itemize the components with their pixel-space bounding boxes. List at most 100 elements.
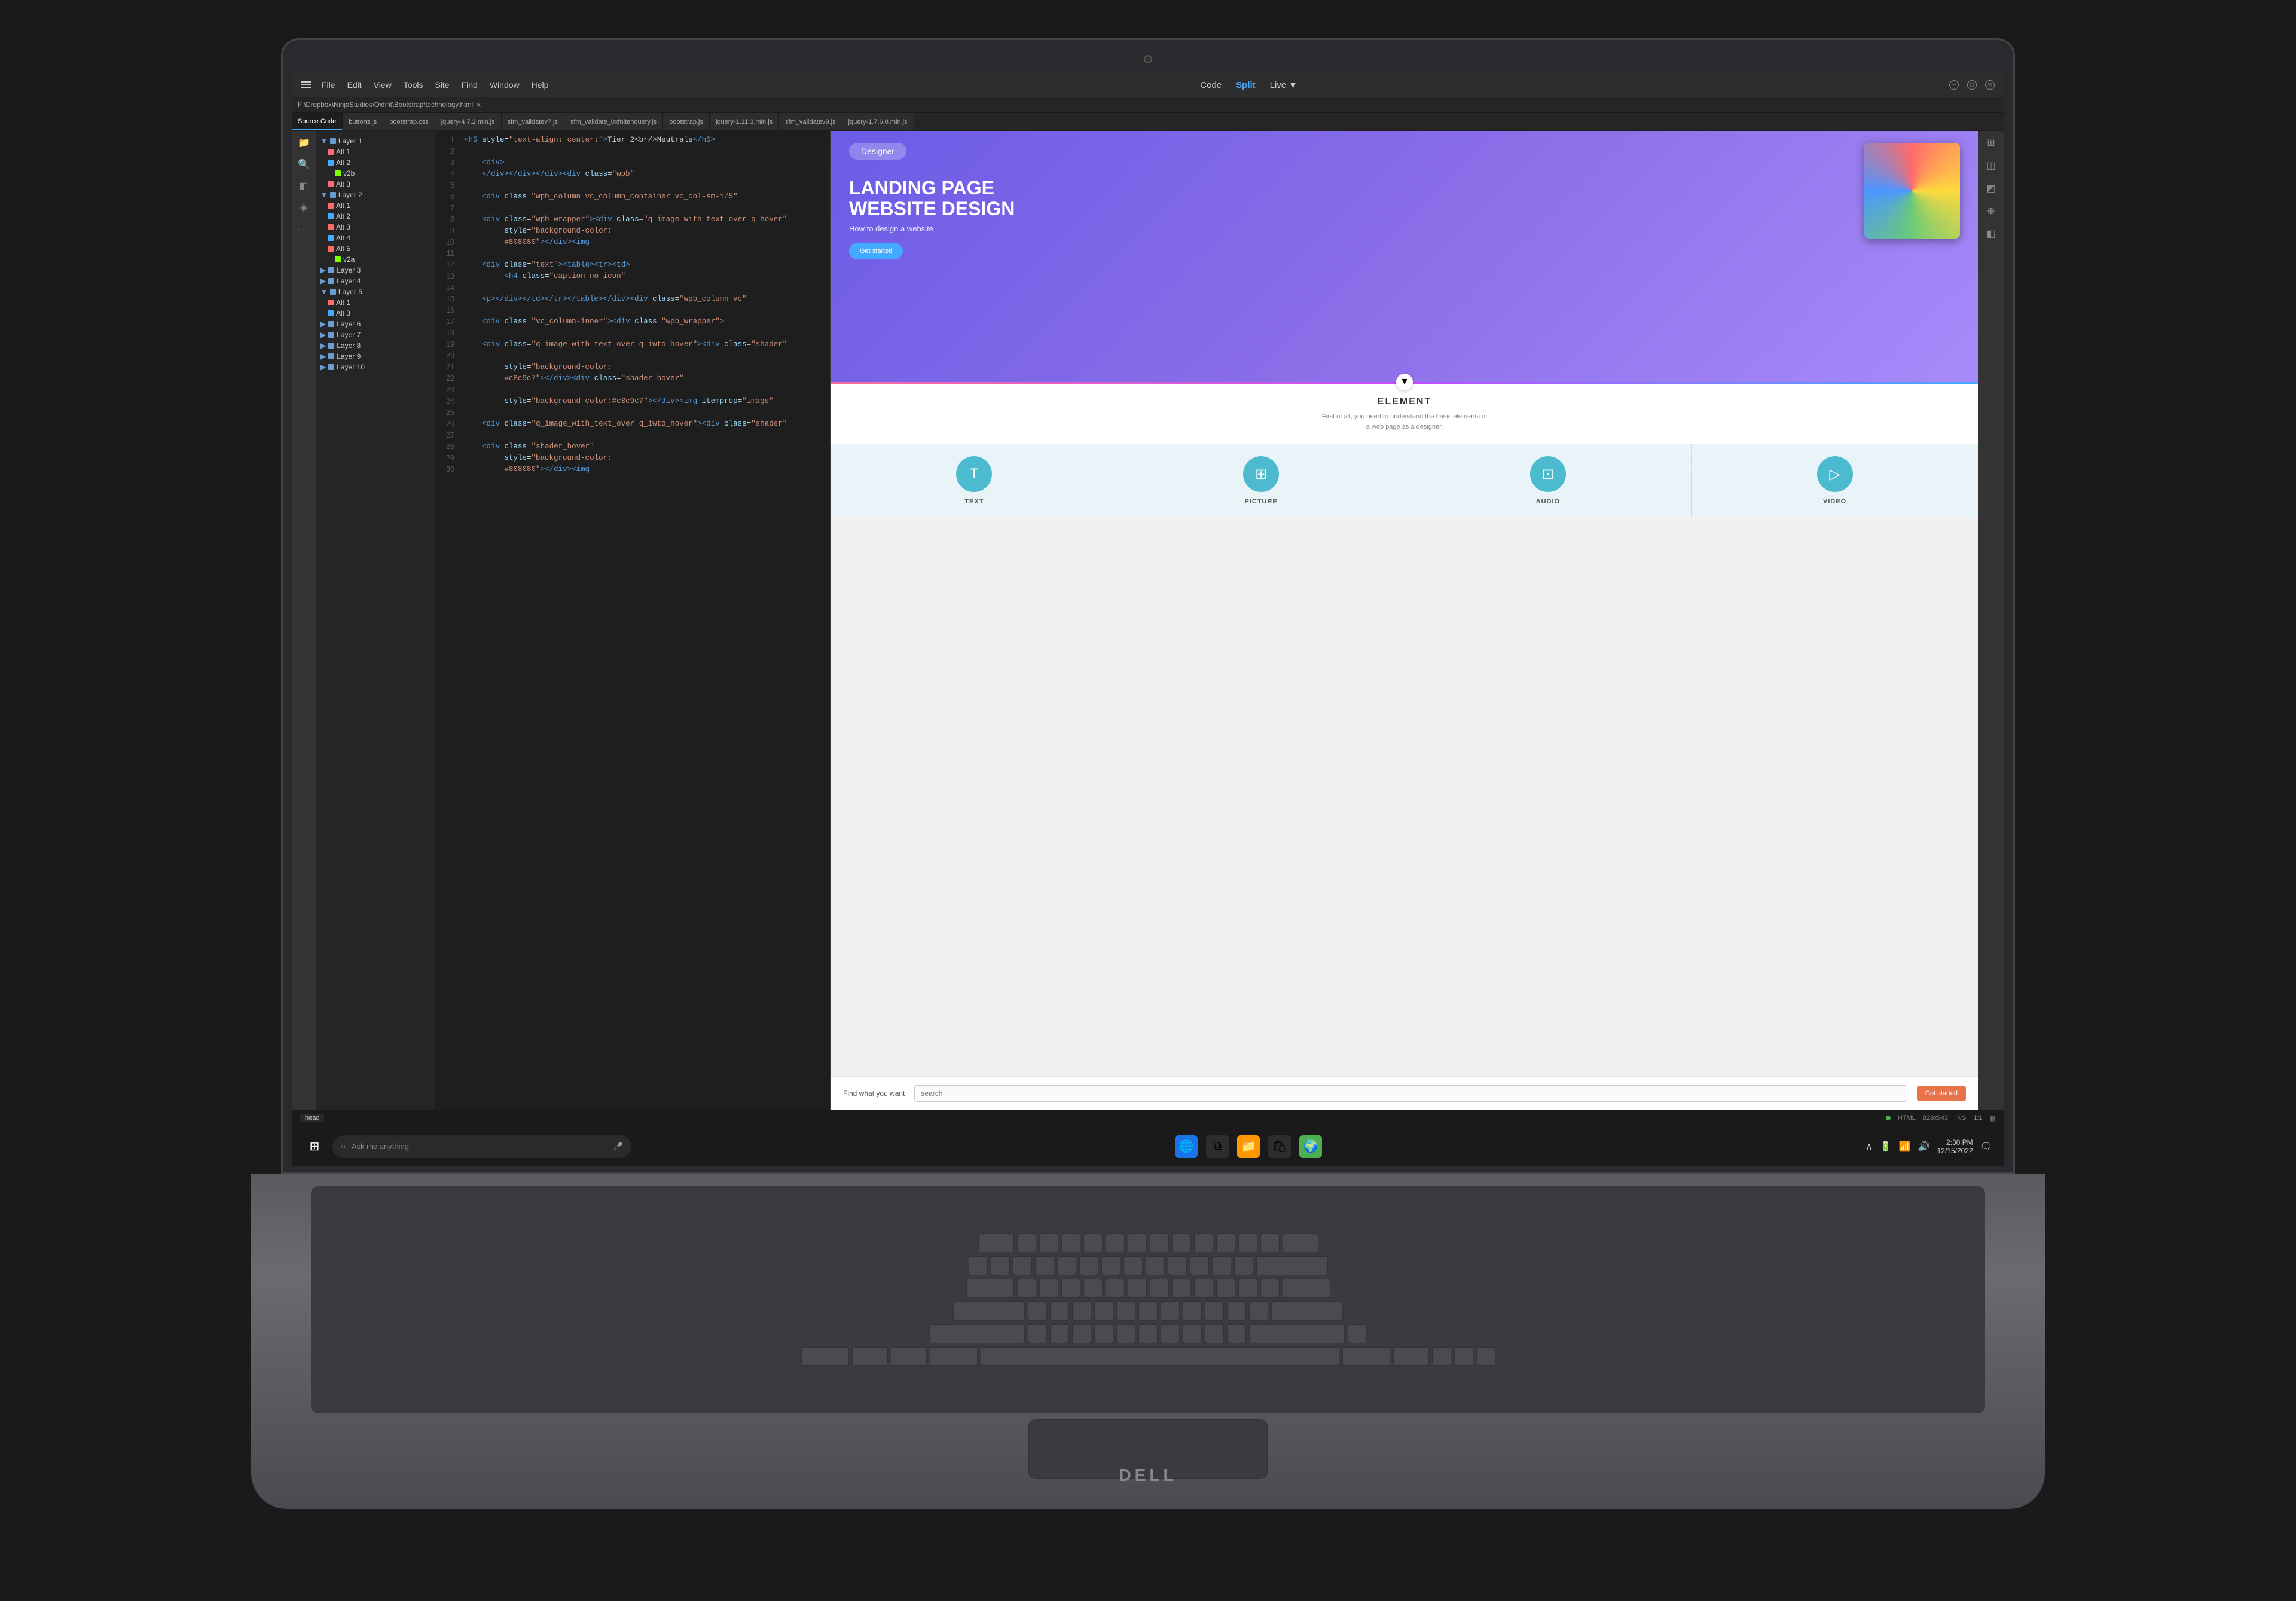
taskbar-app-task[interactable]: ⧉ bbox=[1206, 1135, 1229, 1158]
assets-icon[interactable]: ◈ bbox=[297, 200, 311, 215]
key-x[interactable] bbox=[1050, 1324, 1069, 1343]
key-0[interactable] bbox=[1190, 1256, 1209, 1275]
key-3[interactable] bbox=[1035, 1256, 1054, 1275]
get-started-button-2[interactable]: Get started bbox=[1917, 1086, 1966, 1101]
key-f1[interactable] bbox=[1017, 1233, 1036, 1252]
files-icon[interactable]: 📁 bbox=[297, 136, 311, 150]
file-tab-sfm3[interactable]: sfm_validatev9.js bbox=[779, 113, 842, 130]
key-arrow-right[interactable] bbox=[1476, 1347, 1495, 1366]
key-p[interactable] bbox=[1216, 1279, 1235, 1298]
nav-split[interactable]: Split bbox=[1236, 80, 1256, 90]
key-f[interactable] bbox=[1094, 1301, 1113, 1321]
key-f8[interactable] bbox=[1172, 1233, 1191, 1252]
layer-10[interactable]: ▶ Layer 10 bbox=[316, 362, 435, 372]
key-c[interactable] bbox=[1072, 1324, 1091, 1343]
key-i[interactable] bbox=[1172, 1279, 1191, 1298]
right-icon-3[interactable]: ◩ bbox=[1984, 181, 1998, 195]
key-8[interactable] bbox=[1146, 1256, 1165, 1275]
right-icon-1[interactable]: ⊞ bbox=[1984, 136, 1998, 150]
key-space[interactable] bbox=[981, 1347, 1339, 1366]
key-b[interactable] bbox=[1116, 1324, 1135, 1343]
file-tab-source-code[interactable]: Source Code bbox=[292, 113, 343, 130]
menu-file[interactable]: File bbox=[322, 80, 335, 90]
key-f7[interactable] bbox=[1150, 1233, 1169, 1252]
key-7[interactable] bbox=[1123, 1256, 1143, 1275]
key-h[interactable] bbox=[1138, 1301, 1158, 1321]
key-minus[interactable] bbox=[1212, 1256, 1231, 1275]
key-y[interactable] bbox=[1128, 1279, 1147, 1298]
key-f10[interactable] bbox=[1216, 1233, 1235, 1252]
layer-2-alt4[interactable]: Alt 4 bbox=[316, 233, 435, 243]
taskbar-app-store[interactable]: 🛍 bbox=[1268, 1135, 1291, 1158]
layer-8[interactable]: ▶ Layer 8 bbox=[316, 340, 435, 351]
right-icon-2[interactable]: ◫ bbox=[1984, 158, 1998, 173]
taskbar-search-bar[interactable]: ○ Ask me anything 🎤 bbox=[332, 1135, 631, 1158]
key-arrow-down[interactable] bbox=[1454, 1347, 1473, 1366]
taskbar-notification-icon[interactable]: 🗨 bbox=[1980, 1141, 1992, 1153]
key-comma[interactable] bbox=[1183, 1324, 1202, 1343]
search-sidebar-icon[interactable]: 🔍 bbox=[297, 157, 311, 172]
layer-2-alt1[interactable]: Alt 1 bbox=[316, 200, 435, 211]
get-started-button[interactable]: Get started bbox=[849, 243, 903, 259]
windows-start-button[interactable]: ⊞ bbox=[304, 1136, 325, 1157]
key-esc[interactable] bbox=[978, 1233, 1014, 1252]
layer-2-alt5[interactable]: Alt 5 bbox=[316, 243, 435, 254]
key-6[interactable] bbox=[1101, 1256, 1120, 1275]
key-quote[interactable] bbox=[1249, 1301, 1268, 1321]
layer-1-v2b[interactable]: v2b bbox=[316, 168, 435, 179]
menu-find[interactable]: Find bbox=[462, 80, 478, 90]
key-f4[interactable] bbox=[1083, 1233, 1103, 1252]
file-tab-buttons-js[interactable]: buttons.js bbox=[343, 113, 383, 130]
file-close-icon[interactable]: ✕ bbox=[475, 101, 481, 109]
search-input[interactable] bbox=[914, 1085, 1907, 1102]
key-tilde[interactable] bbox=[969, 1256, 988, 1275]
nav-live[interactable]: Live ▼ bbox=[1270, 80, 1298, 90]
key-k[interactable] bbox=[1183, 1301, 1202, 1321]
key-backslash[interactable] bbox=[1283, 1279, 1330, 1298]
key-bracket-r[interactable] bbox=[1260, 1279, 1280, 1298]
key-backspace[interactable] bbox=[1256, 1256, 1328, 1275]
minimize-button[interactable]: − bbox=[1949, 80, 1959, 90]
layer-1-alt1[interactable]: Alt 1 bbox=[316, 146, 435, 157]
close-button[interactable]: ✕ bbox=[1985, 80, 1995, 90]
key-f6[interactable] bbox=[1128, 1233, 1147, 1252]
file-tab-bootstrap-js[interactable]: bootstrap.js bbox=[663, 113, 710, 130]
layer-1-alt2[interactable]: Alt 2 bbox=[316, 157, 435, 168]
file-tab-sfm1[interactable]: sfm_validatev7.js bbox=[502, 113, 564, 130]
code-editor[interactable]: 1 2 3 4 5 6 7 8 9 10 11 12 13 bbox=[435, 131, 830, 1110]
key-4[interactable] bbox=[1057, 1256, 1076, 1275]
key-5[interactable] bbox=[1079, 1256, 1098, 1275]
right-icon-5[interactable]: ◧ bbox=[1984, 227, 1998, 241]
key-u[interactable] bbox=[1150, 1279, 1169, 1298]
key-equals[interactable] bbox=[1234, 1256, 1253, 1275]
taskbar-app-edge[interactable]: 🌐 bbox=[1175, 1135, 1198, 1158]
key-l[interactable] bbox=[1205, 1301, 1224, 1321]
taskbar-clock[interactable]: 2:30 PM 12/15/2022 bbox=[1937, 1138, 1973, 1155]
taskbar-app-folder[interactable]: 📁 bbox=[1237, 1135, 1260, 1158]
file-tab-bootstrap-css[interactable]: bootstrap.css bbox=[383, 113, 435, 130]
layer-4[interactable]: ▶ Layer 4 bbox=[316, 276, 435, 286]
menu-help[interactable]: Help bbox=[532, 80, 549, 90]
key-j[interactable] bbox=[1161, 1301, 1180, 1321]
key-o[interactable] bbox=[1194, 1279, 1213, 1298]
key-m[interactable] bbox=[1161, 1324, 1180, 1343]
key-f9[interactable] bbox=[1194, 1233, 1213, 1252]
key-q[interactable] bbox=[1017, 1279, 1036, 1298]
key-shift-r[interactable] bbox=[1249, 1324, 1345, 1343]
key-1[interactable] bbox=[991, 1256, 1010, 1275]
key-v[interactable] bbox=[1094, 1324, 1113, 1343]
key-shift-l[interactable] bbox=[929, 1324, 1025, 1343]
key-f5[interactable] bbox=[1106, 1233, 1125, 1252]
taskbar-chevron-up-icon[interactable]: ∧ bbox=[1866, 1141, 1873, 1153]
key-fn[interactable] bbox=[852, 1347, 888, 1366]
file-tab-jquery1[interactable]: jquery-4.7.2.min.js bbox=[435, 113, 502, 130]
more-icon[interactable]: ··· bbox=[293, 222, 315, 236]
key-e[interactable] bbox=[1061, 1279, 1080, 1298]
key-tab[interactable] bbox=[966, 1279, 1014, 1298]
taskbar-volume-icon[interactable]: 🔊 bbox=[1918, 1141, 1930, 1153]
key-g[interactable] bbox=[1116, 1301, 1135, 1321]
file-tab-jquery2[interactable]: jquery-1.11.3.min.js bbox=[710, 113, 779, 130]
layer-5-alt1[interactable]: Alt 1 bbox=[316, 297, 435, 308]
menu-edit[interactable]: Edit bbox=[347, 80, 362, 90]
file-tab-jquery3[interactable]: jquery-1.7.6.0.min.js bbox=[842, 113, 914, 130]
